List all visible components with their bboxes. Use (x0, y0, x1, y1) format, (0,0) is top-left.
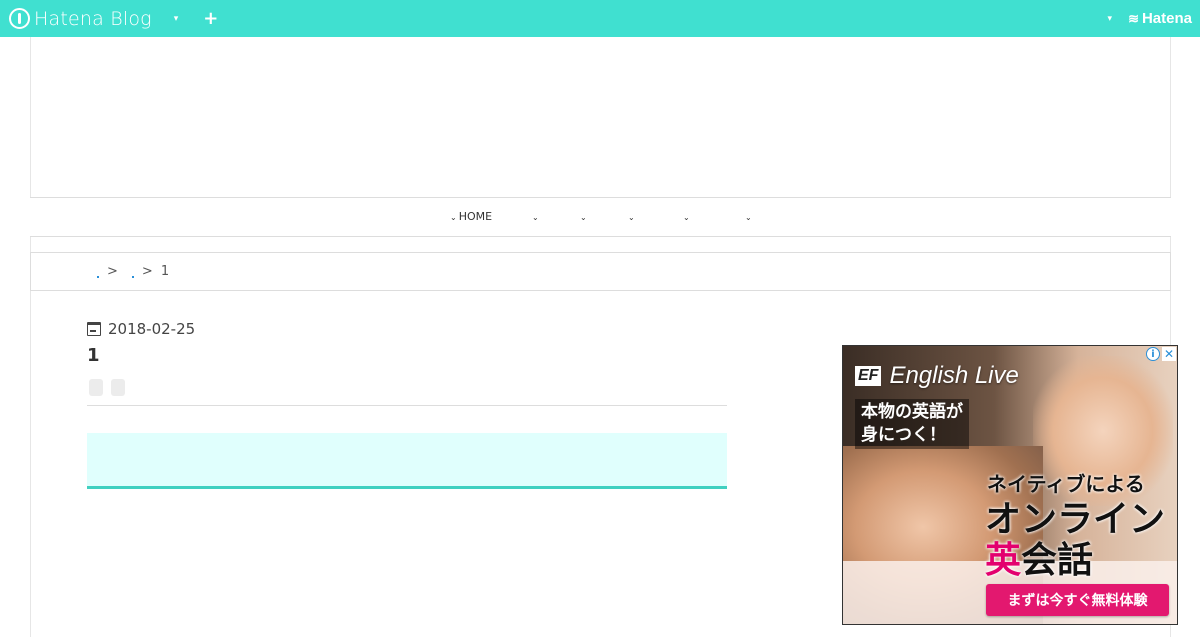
ad-head-accent: 英 (985, 540, 1022, 581)
ef-logo: EF (855, 366, 882, 386)
chevron-down-icon: ⌄ (628, 213, 635, 222)
nav-item-2[interactable]: ⌄ (532, 210, 541, 223)
entry-date-text[interactable]: 2018-02-25 (108, 320, 195, 338)
nav-item-home[interactable]: ⌄ HOME (450, 210, 492, 223)
ad-subheadline: 本物の英語が 身につく！ (855, 399, 969, 449)
hatena-blog-logo-icon (9, 8, 30, 29)
hatena-topbar: Hatena Blog ▾ + ▾ ≋ Hatena (0, 0, 1200, 37)
hatena-blog-logo[interactable]: Hatena Blog (9, 8, 152, 30)
entry-title[interactable]: 1 (87, 345, 100, 366)
ad-head-line3: 英会話 (985, 541, 1165, 581)
nav-item-4[interactable]: ⌄ (628, 210, 637, 223)
breadcrumb-link-top[interactable] (95, 266, 101, 278)
breadcrumb-separator: > (141, 264, 153, 279)
ad-head-line1: ネイティブによる (987, 472, 1145, 496)
breadcrumb-link-category[interactable] (130, 266, 136, 278)
global-nav: ⌄ HOME ⌄ ⌄ ⌄ ⌄ ⌄ (30, 197, 1171, 237)
category-tag[interactable] (111, 379, 125, 396)
hatena-wave-icon: ≋ (1128, 10, 1139, 26)
account-menu-caret-icon[interactable]: ▾ (1108, 14, 1113, 24)
chevron-down-icon: ⌄ (450, 213, 457, 222)
add-entry-button[interactable]: + (203, 8, 218, 29)
nav-item-3[interactable]: ⌄ (580, 210, 589, 223)
nav-item-label: HOME (458, 210, 493, 223)
breadcrumb: > > 1 (30, 252, 1171, 291)
chevron-down-icon: ⌄ (745, 213, 752, 222)
topbar-right: ▾ ≋ Hatena (1108, 0, 1192, 37)
breadcrumb-current: 1 (160, 264, 170, 279)
hatena-brand-link[interactable]: ≋ Hatena (1128, 10, 1192, 27)
entry-content-box (87, 433, 727, 489)
chevron-down-icon: ⌄ (580, 213, 587, 222)
ad-brand: English Live (889, 362, 1019, 389)
adchoices-info-icon[interactable]: i (1146, 347, 1160, 361)
ad-cta-button[interactable]: まずは今すぐ無料体験 (986, 584, 1169, 616)
chevron-down-icon: ⌄ (532, 213, 539, 222)
ad-sub-line2: 身につく！ (861, 425, 946, 445)
ad-close-icon[interactable]: ✕ (1162, 347, 1176, 361)
blog-menu-caret-icon[interactable]: ▾ (174, 14, 179, 24)
nav-item-6[interactable]: ⌄ (745, 210, 754, 223)
ad-head-line3-rest: 会話 (1021, 540, 1094, 581)
ad-banner-english-live[interactable]: EF English Live 本物の英語が 身につく！ ネイティブによる オン… (842, 345, 1178, 625)
category-tag[interactable] (89, 379, 103, 396)
nav-item-5[interactable]: ⌄ (683, 210, 692, 223)
ad-sub-line1: 本物の英語が (861, 402, 963, 422)
chevron-down-icon: ⌄ (683, 213, 690, 222)
ad-headline: ネイティブによる オンライン 英会話 (985, 468, 1165, 581)
hatena-brand-text: Hatena (1141, 10, 1192, 27)
entry-header-divider (87, 405, 727, 406)
breadcrumb-separator: > (107, 264, 118, 279)
ad-head-line2: オンライン (985, 499, 1166, 540)
entry-date: 2018-02-25 (87, 320, 195, 338)
ad-logo: EF English Live (855, 362, 1019, 390)
calendar-icon (87, 322, 101, 336)
logo-text: Hatena Blog (34, 7, 152, 30)
